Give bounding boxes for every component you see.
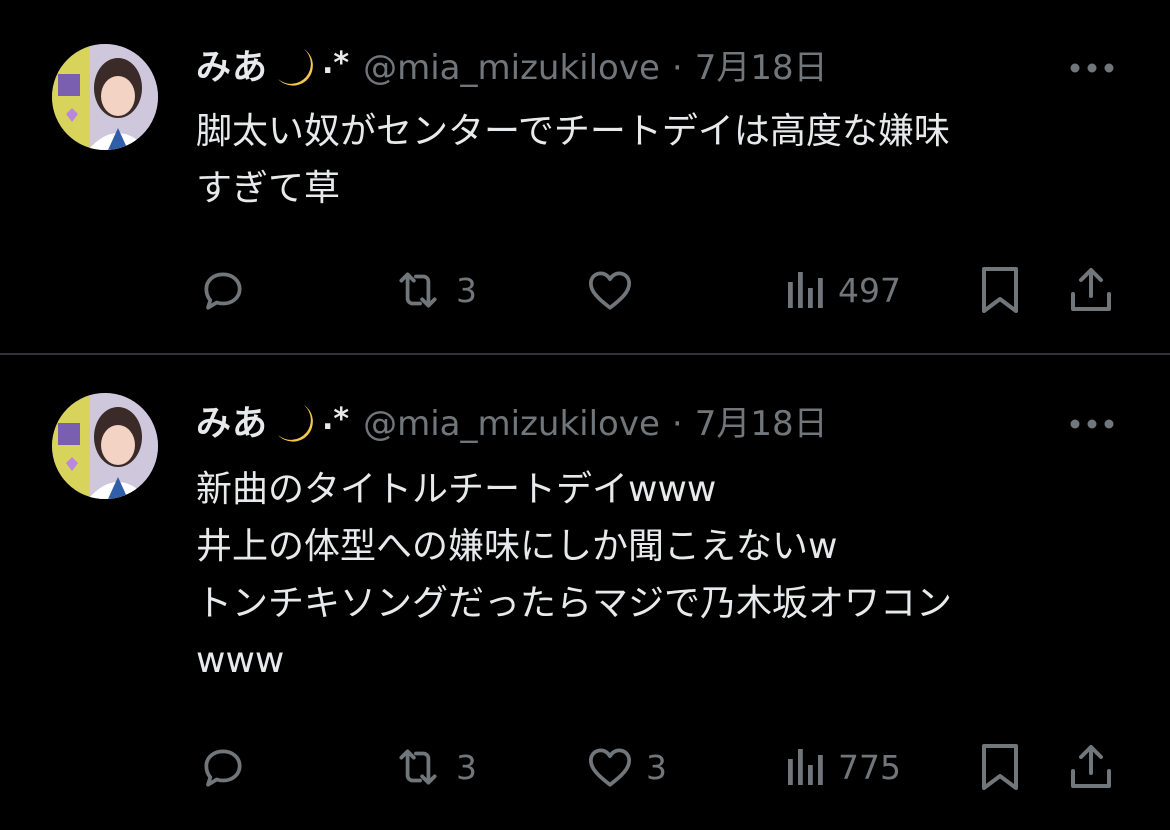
tweet-date[interactable]: 7月18日	[695, 394, 828, 454]
views-button[interactable]: 775	[784, 737, 901, 797]
retweet-count: 3	[456, 270, 477, 310]
reply-button[interactable]	[198, 737, 258, 797]
avatar-image	[52, 393, 158, 499]
tweet-text-line: すぎて草	[196, 168, 341, 209]
like-button[interactable]	[584, 260, 646, 320]
tweet-text-line: 井上の体型への嫌味にしか聞こえないw	[196, 526, 838, 567]
separator: ·	[671, 404, 683, 444]
retweet-count: 3	[456, 747, 477, 787]
avatar-image	[52, 44, 158, 150]
reply-icon	[204, 749, 242, 787]
avatar[interactable]	[52, 393, 158, 499]
heart-icon	[588, 271, 632, 310]
tweet-text-line: 脚太い奴がセンターでチートデイは高度な嫌味	[196, 111, 950, 152]
heart-icon	[588, 748, 632, 787]
share-icon	[1071, 268, 1111, 311]
tweet-header: みあ .* @mia_mizukilove · 7月18日	[196, 394, 828, 454]
views-icon	[788, 749, 823, 785]
view-count: 775	[838, 747, 901, 787]
name-suffix: .*	[322, 402, 350, 437]
view-count: 497	[838, 270, 901, 310]
more-icon	[1070, 419, 1114, 429]
name-suffix: .*	[322, 46, 350, 81]
tweet-actions: 3 497	[0, 260, 1170, 320]
retweet-icon	[399, 749, 437, 785]
bookmark-button[interactable]	[978, 737, 1022, 797]
display-name[interactable]: みあ	[196, 38, 268, 98]
views-button[interactable]: 497	[784, 260, 901, 320]
handle[interactable]: @mia_mizukilove	[363, 38, 660, 98]
like-count: 3	[646, 747, 667, 787]
more-icon	[1070, 63, 1114, 73]
views-icon	[788, 272, 823, 308]
like-button[interactable]: 3	[584, 737, 667, 797]
tweet-header: みあ .* @mia_mizukilove · 7月18日	[196, 38, 828, 98]
more-options-button[interactable]	[1066, 394, 1118, 454]
share-icon	[1071, 745, 1111, 788]
display-name[interactable]: みあ	[196, 394, 268, 454]
crescent-moon-icon	[274, 401, 320, 447]
tweet-text-line: www	[196, 640, 285, 681]
avatar[interactable]	[52, 44, 158, 150]
share-button[interactable]	[1066, 260, 1116, 320]
reply-icon	[204, 272, 242, 310]
tweet-text-line: 新曲のタイトルチートデイwww	[196, 469, 717, 510]
tweet-text-line: トンチキソングだったらマジで乃木坂オワコン	[196, 583, 953, 624]
tweet-text: 新曲のタイトルチートデイwww 井上の体型への嫌味にしか聞こえないw トンチキソ…	[196, 461, 1116, 689]
retweet-button[interactable]: 3	[390, 260, 477, 320]
share-button[interactable]	[1066, 737, 1116, 797]
tweet-actions: 3 3 775	[0, 737, 1170, 797]
retweet-icon	[399, 272, 437, 308]
separator: ·	[671, 48, 683, 88]
bookmark-icon	[982, 267, 1018, 313]
tweet-date[interactable]: 7月18日	[695, 38, 828, 98]
tweet-text: 脚太い奴がセンターでチートデイは高度な嫌味 すぎて草	[196, 103, 1116, 217]
bookmark-icon	[982, 744, 1018, 790]
handle[interactable]: @mia_mizukilove	[363, 394, 660, 454]
retweet-button[interactable]: 3	[390, 737, 477, 797]
tweet-divider	[0, 353, 1170, 355]
reply-button[interactable]	[198, 260, 258, 320]
crescent-moon-icon	[274, 45, 320, 91]
more-options-button[interactable]	[1066, 38, 1118, 98]
bookmark-button[interactable]	[978, 260, 1022, 320]
